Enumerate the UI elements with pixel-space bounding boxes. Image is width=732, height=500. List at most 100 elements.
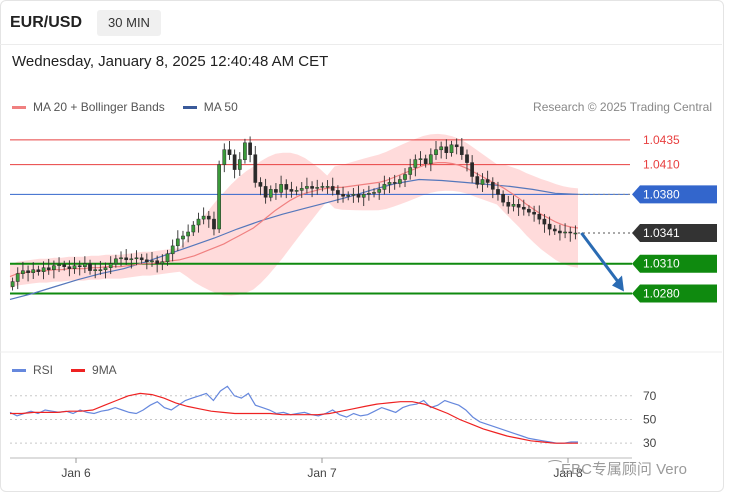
candle-body: [232, 154, 237, 170]
level-tag-1.0310: 1.0310: [632, 254, 717, 273]
candle-body: [444, 146, 449, 153]
candle-body: [501, 194, 505, 203]
candle-body: [72, 265, 77, 269]
candle-body: [98, 269, 103, 271]
candle-body: [284, 184, 289, 190]
candle-body: [341, 194, 345, 197]
candle-body: [212, 218, 216, 230]
level-tag-1.0280: 1.0280: [632, 284, 717, 303]
candle-body: [485, 179, 490, 183]
candle-body: [506, 202, 511, 207]
candle-body: [511, 204, 516, 207]
candle-body: [196, 218, 201, 226]
candle-body: [361, 194, 366, 198]
candle-body: [103, 267, 108, 270]
candle-body: [454, 144, 459, 148]
candle-body: [253, 154, 258, 183]
candle-body: [336, 190, 340, 195]
candle-body: [490, 182, 495, 190]
candle-body: [330, 186, 335, 191]
candle-body: [305, 186, 309, 189]
candle-body: [377, 189, 382, 193]
candle-body: [170, 245, 175, 255]
level-tag-text: 1.0280: [643, 286, 680, 300]
candle-body: [26, 270, 30, 273]
candle-body: [413, 159, 418, 168]
candle-body: [382, 184, 387, 190]
candle-body: [77, 265, 82, 267]
forecast-arrow-shaft: [580, 232, 622, 286]
candle-body: [465, 154, 469, 163]
rsi-tick-30: 30: [643, 436, 657, 450]
candle-body: [480, 179, 485, 185]
candle-body: [119, 257, 123, 260]
candle-body: [88, 263, 92, 271]
candle-body: [346, 195, 351, 197]
candle-body: [139, 257, 144, 261]
level-tag-1.0380: 1.0380: [632, 185, 717, 204]
candle-body: [124, 257, 129, 261]
candle-body: [532, 211, 536, 215]
candle-body: [294, 190, 299, 192]
candle-body: [155, 260, 160, 264]
candle-body: [521, 206, 526, 210]
candle-body: [217, 164, 221, 230]
candle-body: [227, 149, 232, 155]
candle-body: [392, 182, 397, 184]
candle-body: [206, 215, 211, 220]
candle-body: [10, 281, 15, 287]
candle-body: [15, 273, 20, 282]
candle-body: [315, 187, 320, 189]
candle-body: [408, 167, 413, 175]
candle-body: [527, 208, 531, 213]
candle-body: [310, 186, 314, 189]
candle-body: [108, 263, 113, 268]
candle-body: [243, 142, 247, 160]
candle-body: [150, 260, 154, 262]
candle-body: [573, 232, 578, 235]
candle-body: [248, 142, 252, 155]
candle-body: [36, 269, 41, 272]
candle-body: [558, 230, 562, 234]
candle-body: [537, 213, 542, 220]
candle-body: [83, 263, 87, 267]
candle-body: [268, 189, 273, 198]
candle-body: [459, 146, 464, 155]
candle-body: [263, 186, 268, 198]
candle-body: [403, 174, 407, 180]
candle-body: [201, 215, 206, 220]
candle-body: [165, 253, 170, 262]
candle-body: [367, 193, 371, 195]
candle-body: [552, 228, 557, 232]
level-tag-text: 1.0310: [643, 257, 680, 271]
candle-body: [181, 235, 185, 240]
candle-body: [52, 265, 56, 270]
level-label-1.0410: 1.0410: [643, 158, 680, 172]
candle-body: [299, 188, 304, 191]
candle-body: [568, 231, 573, 234]
level-tag-1.0341: 1.0341: [632, 223, 717, 242]
candle-body: [144, 259, 149, 263]
price-chart[interactable]: 1.0435 1.0410 1.0380 1.0341 1.0310 1.0280 70 50…: [0, 0, 732, 500]
candle-body: [41, 267, 46, 272]
candle-body: [31, 269, 36, 273]
candle-body: [449, 144, 454, 153]
candle-body: [470, 162, 474, 177]
candle-body: [418, 158, 423, 160]
candle-body: [351, 194, 356, 196]
level-label-1.0435: 1.0435: [643, 133, 680, 147]
candle-body: [191, 224, 196, 233]
rsi-tick-70: 70: [643, 389, 657, 403]
candle-body: [475, 176, 480, 185]
candle-body: [222, 149, 227, 165]
rsi-tick-50: 50: [643, 412, 657, 426]
candle-body: [279, 184, 283, 193]
candle-body: [325, 186, 330, 188]
candle-body: [93, 269, 98, 271]
candle-body: [516, 204, 521, 208]
candle-body: [439, 146, 444, 151]
candle-body: [160, 261, 165, 264]
candle-body: [496, 189, 500, 195]
candle-body: [423, 158, 428, 164]
candle-body: [434, 149, 438, 155]
